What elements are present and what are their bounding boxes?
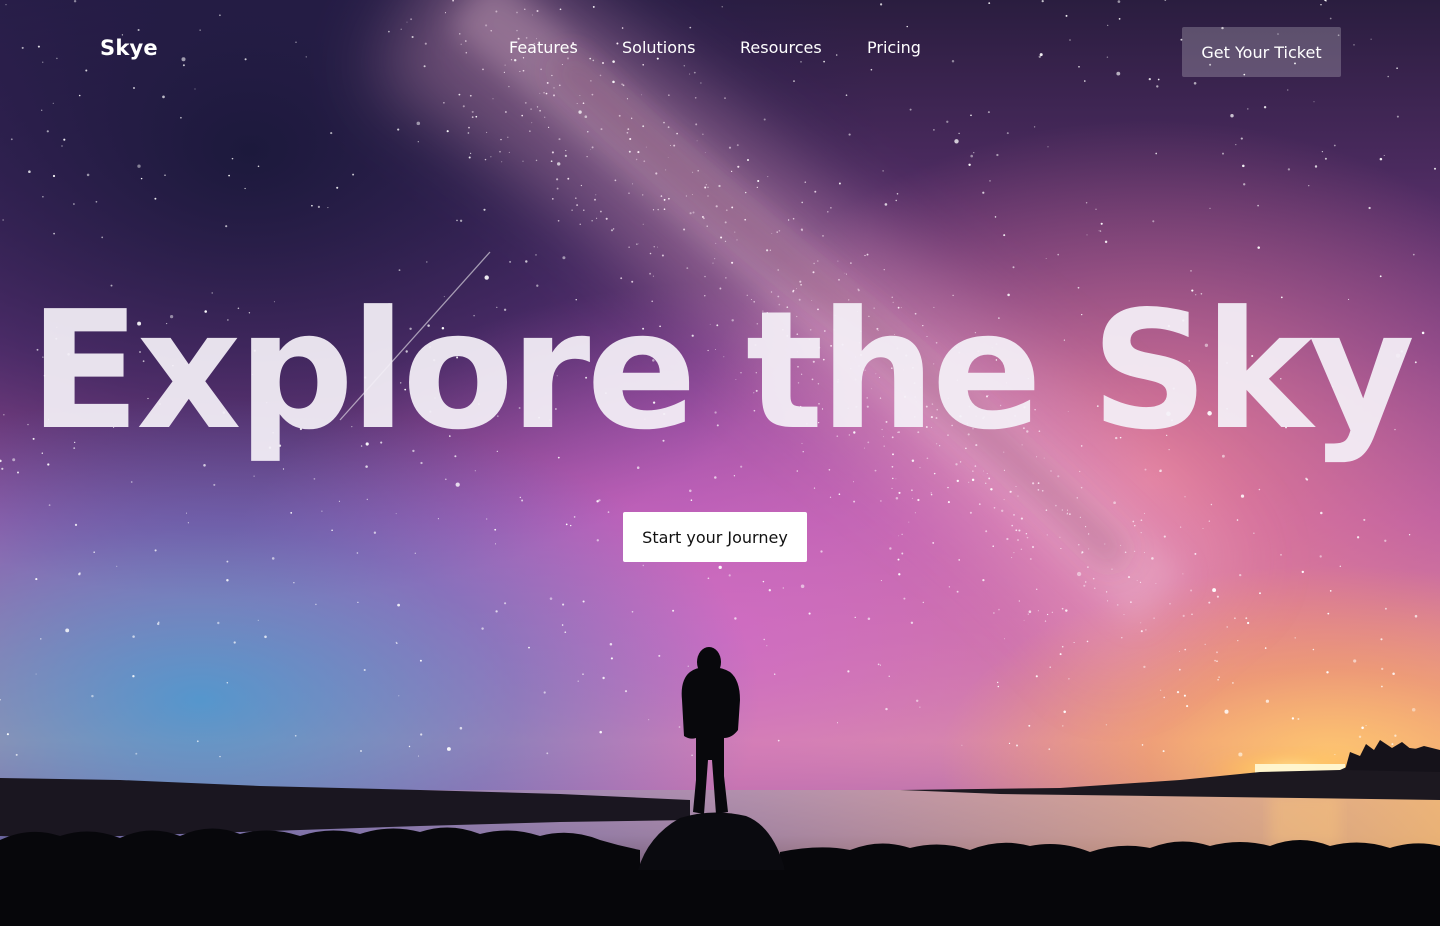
nav-link-resources[interactable]: Resources bbox=[740, 38, 822, 57]
person-silhouette bbox=[681, 647, 740, 814]
hero-section: Skye Features Solutions Resources Pricin… bbox=[0, 0, 1440, 926]
top-navigation: Skye Features Solutions Resources Pricin… bbox=[0, 0, 1440, 100]
hero-headline: Explore the Sky bbox=[28, 277, 1415, 466]
get-ticket-button[interactable]: Get Your Ticket bbox=[1182, 27, 1341, 77]
start-journey-button[interactable]: Start your Journey bbox=[623, 512, 807, 562]
nav-link-pricing[interactable]: Pricing bbox=[867, 38, 921, 57]
brand-logo[interactable]: Skye bbox=[100, 36, 158, 60]
nav-link-solutions[interactable]: Solutions bbox=[622, 38, 696, 57]
nav-link-features[interactable]: Features bbox=[509, 38, 578, 57]
